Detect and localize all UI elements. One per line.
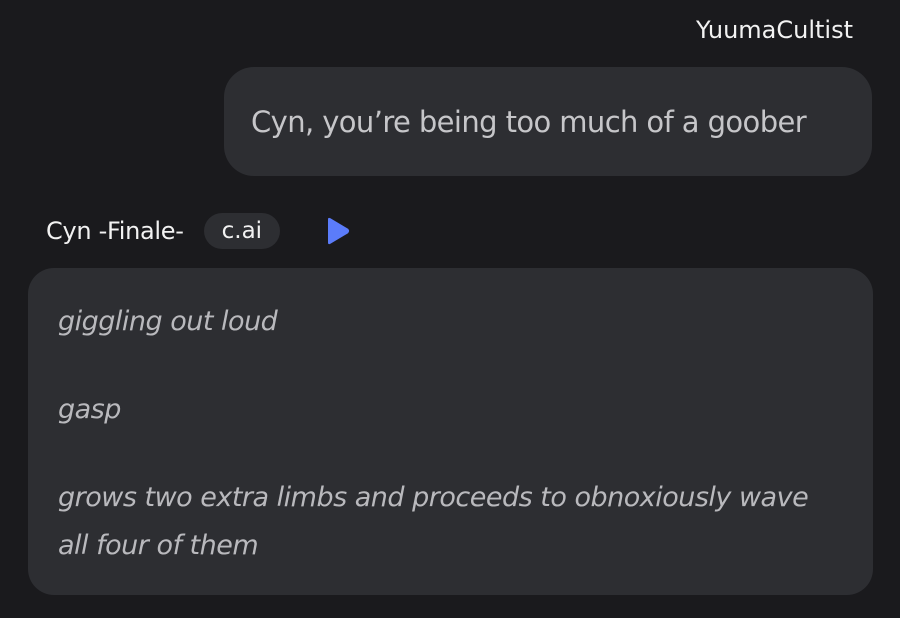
character-header: Cyn -Finale- c.ai bbox=[46, 212, 352, 250]
user-message-text: Cyn, you’re being too much of a goober bbox=[251, 104, 807, 139]
character-badge: c.ai bbox=[203, 213, 281, 249]
character-message-line: gasp bbox=[58, 394, 121, 425]
play-voice-button[interactable] bbox=[322, 215, 352, 247]
character-name[interactable]: Cyn -Finale- bbox=[46, 215, 184, 247]
character-message-line: giggling out loud bbox=[58, 306, 278, 337]
character-message-line: grows two extra limbs and proceeds to ob… bbox=[58, 482, 809, 561]
play-icon bbox=[328, 217, 350, 245]
user-message-bubble: Cyn, you’re being too much of a goober bbox=[224, 67, 872, 176]
character-message-bubble: giggling out loud gasp grows two extra l… bbox=[28, 268, 873, 595]
user-username: YuumaCultist bbox=[695, 16, 853, 44]
